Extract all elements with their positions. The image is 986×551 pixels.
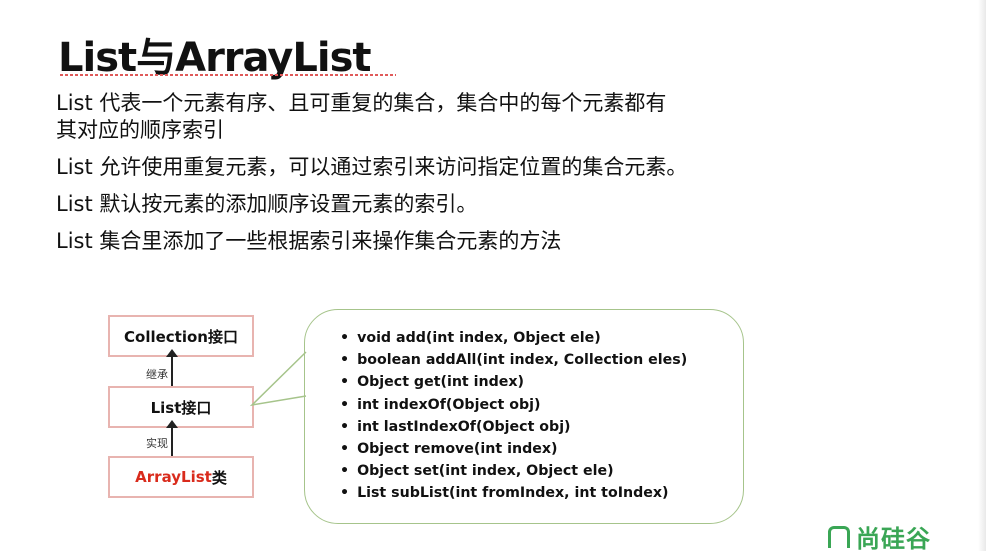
bullet-line: 其对应的顺序索引 [56,118,224,142]
method-item: • boolean addAll(int index, Collection el… [340,352,688,369]
bullet-dot: • [340,352,350,369]
brand-logo: 尚硅谷 [828,524,931,551]
method-item: • int lastIndexOf(Object obj) [340,418,571,435]
logo-mark-icon [828,526,850,548]
inherit-label: 继承 [146,368,168,381]
arraylist-name: ArrayList [135,468,212,486]
method-item: • Object set(int index, Object ele) [340,463,614,480]
arraylist-suffix: 类 [211,468,227,487]
method-list: • void add(int index, Object ele) • boolea… [340,327,687,505]
bullet-dot: • [340,374,350,391]
bullet-item: List 默认按元素的添加顺序设置元素的索引。 [56,191,856,218]
window-edge-shadow [978,0,986,551]
bullet-dot: • [340,485,350,502]
spellcheck-underline [60,74,396,76]
logo-text: 尚硅谷 [856,525,931,551]
method-item: • void add(int index, Object ele) [340,330,601,346]
method-item: • List subList(int fromIndex, int toIndex… [340,485,669,502]
bullet-dot: • [340,441,350,458]
bullet-line: List 代表一个元素有序、且可重复的集合，集合中的每个元素都有 [56,91,667,115]
method-item: • Object remove(int index) [340,441,558,458]
slide-title: List与ArrayList [58,35,372,81]
method-item: • Object get(int index) [340,374,525,391]
callout-pointer-line [249,351,307,407]
inherit-arrow [166,349,178,386]
implement-label: 实现 [146,437,168,450]
implement-arrow [166,420,178,457]
bullet-line: List 允许使用重复元素，可以通过索引来访问指定位置的集合元素。 [56,155,688,179]
list-interface-box: List接口 [108,386,254,428]
collection-interface-box: Collection接口 [108,315,254,357]
bullet-item: List 集合里添加了一些根据索引来操作集合元素的方法 [56,228,856,255]
bullet-line: List 默认按元素的添加顺序设置元素的索引。 [56,192,478,216]
bullet-dot: • [340,463,350,480]
bullet-line: List 集合里添加了一些根据索引来操作集合元素的方法 [56,229,562,253]
bullet-list: List 代表一个元素有序、且可重复的集合，集合中的每个元素都有 其对应的顺序索… [56,90,856,265]
bullet-dot: • [340,418,350,435]
bullet-item: List 代表一个元素有序、且可重复的集合，集合中的每个元素都有 其对应的顺序索… [56,90,856,144]
arraylist-class-box: ArrayList 类 [108,456,254,498]
method-item: • int indexOf(Object obj) [340,396,541,413]
bullet-dot: • [340,330,350,346]
bullet-item: List 允许使用重复元素，可以通过索引来访问指定位置的集合元素。 [56,154,856,181]
bullet-dot: • [340,396,350,413]
